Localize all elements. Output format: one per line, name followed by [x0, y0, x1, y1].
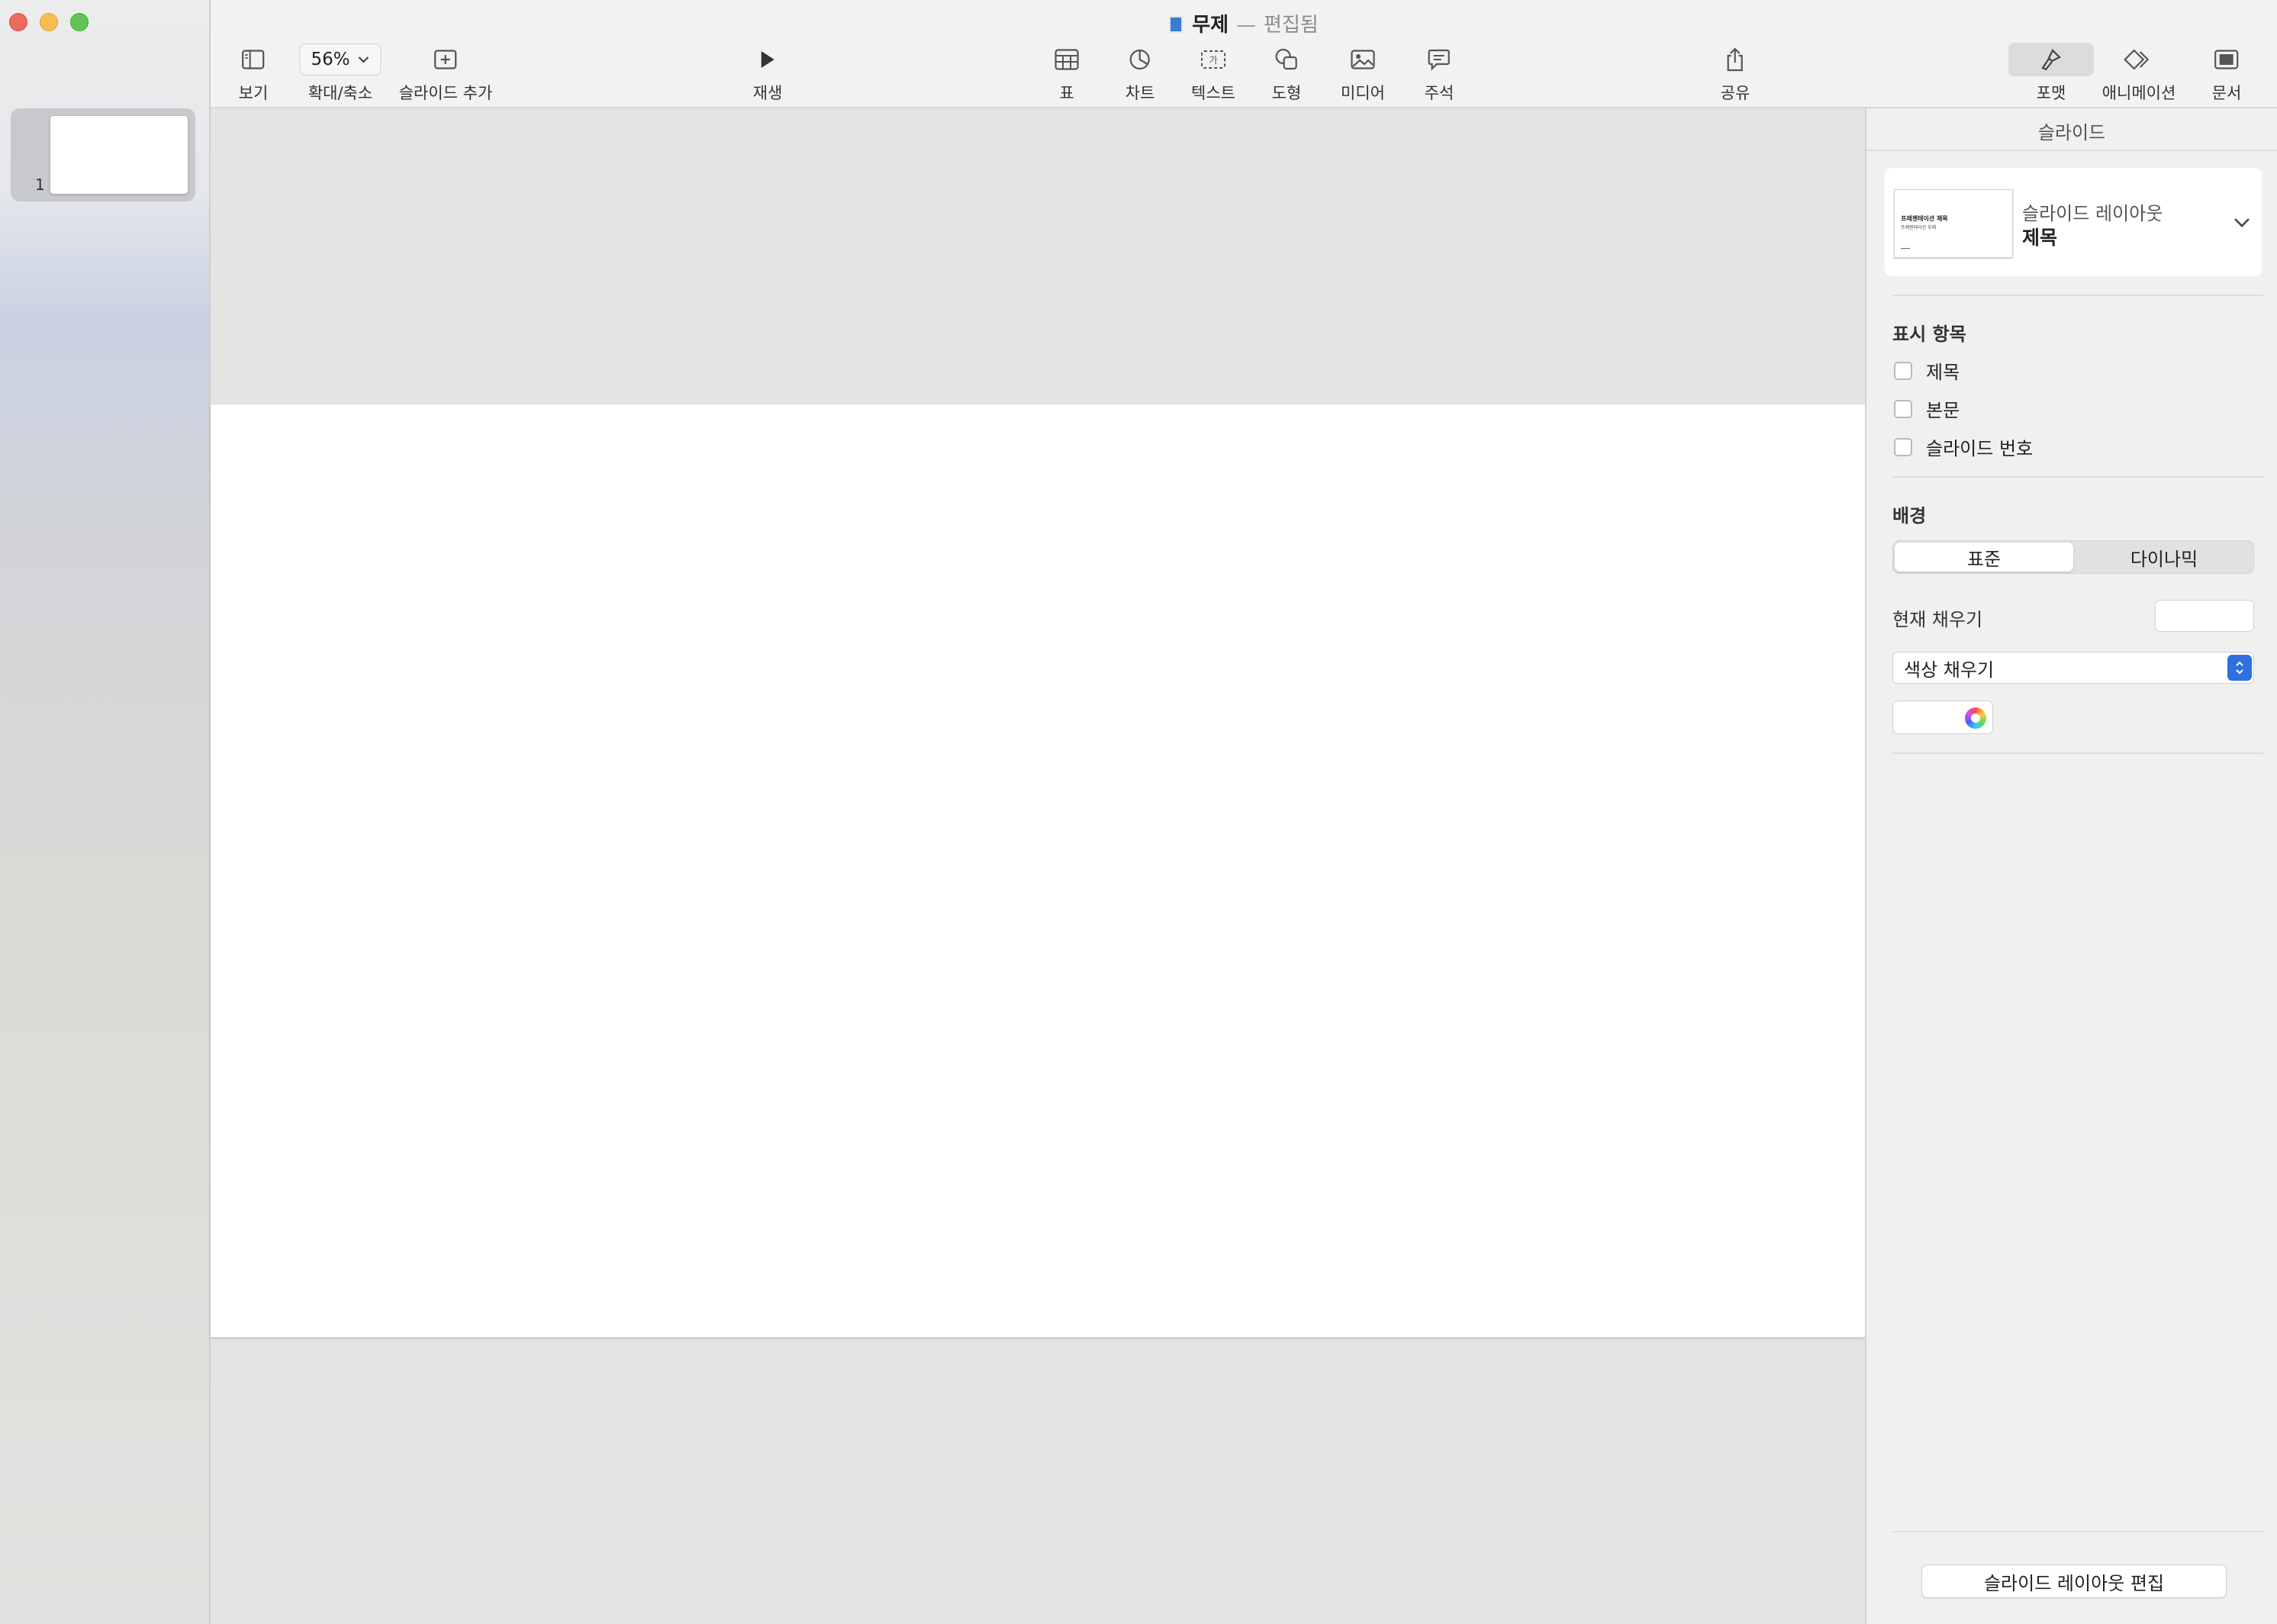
up-down-chevron-icon	[2227, 655, 2252, 681]
animate-label: 애니메이션	[2101, 84, 2176, 102]
document-name: 무제	[1192, 14, 1229, 37]
shape-label: 도형	[1271, 84, 1302, 102]
layout-thumb-subtitle: 프레젠테이션 부제	[1901, 225, 1937, 230]
animate-button[interactable]: 애니메이션	[2102, 43, 2176, 104]
comment-label: 주석	[1424, 84, 1454, 102]
current-fill-label: 현재 채우기	[1892, 609, 1983, 630]
add-slide-label: 슬라이드 추가	[398, 84, 493, 102]
chevron-down-icon	[358, 56, 369, 63]
document-button[interactable]: 문서	[2211, 43, 2242, 104]
fill-type-value: 색상 채우기	[1904, 659, 1995, 681]
chart-label: 차트	[1125, 84, 1155, 102]
close-window-button[interactable]	[9, 13, 27, 31]
inspector-divider	[1866, 150, 2277, 151]
body-checkbox-label: 본문	[1926, 400, 1960, 421]
checkbox-body[interactable]: 본문	[1894, 395, 1960, 422]
view-label: 보기	[238, 84, 269, 102]
format-button[interactable]: 포맷	[2008, 43, 2094, 104]
speech-bubble-icon	[1425, 43, 1454, 76]
slide[interactable]	[211, 404, 1865, 1337]
media-label: 미디어	[1341, 84, 1385, 102]
title-checkbox[interactable]	[1894, 361, 1912, 380]
document-label: 문서	[2211, 84, 2242, 102]
appearance-section-label: 표시 항목	[1892, 324, 1966, 345]
checkbox-slide-number[interactable]: 슬라이드 번호	[1894, 433, 2033, 460]
slide-layout-picker[interactable]: 프레젠테이션 제목 프레젠테이션 부제 슬라이드 레이아웃 제목	[1885, 168, 2262, 276]
table-button[interactable]: 표	[1055, 43, 1079, 104]
table-icon	[1055, 43, 1079, 76]
svg-text:가: 가	[1209, 55, 1217, 66]
share-icon	[1721, 43, 1750, 76]
segment-dynamic[interactable]: 다이나믹	[2075, 543, 2253, 572]
share-button[interactable]: 공유	[1721, 43, 1750, 104]
format-label: 포맷	[2036, 84, 2066, 102]
play-icon	[753, 43, 783, 76]
text-box-icon: 가	[1191, 43, 1235, 76]
slide-navigator: 1	[0, 0, 211, 1624]
share-label: 공유	[1720, 84, 1750, 102]
title-separator: —	[1236, 14, 1257, 37]
slide-canvas[interactable]	[211, 108, 1865, 1624]
format-inspector: 슬라이드 프레젠테이션 제목 프레젠테이션 부제 슬라이드 레이아웃 제목 표시…	[1865, 108, 2277, 1624]
section-divider	[1892, 1531, 2263, 1532]
zoom-control[interactable]: 56% 확대/축소	[299, 43, 382, 104]
window-title: 무제 — 편집됨	[211, 9, 2277, 37]
section-divider	[1892, 752, 2263, 754]
zoom-label: 확대/축소	[308, 84, 373, 102]
layout-thumb-line	[1901, 248, 1910, 249]
chart-button[interactable]: 차트	[1126, 43, 1155, 104]
plus-square-icon	[399, 43, 493, 76]
section-divider	[1892, 476, 2263, 478]
segment-standard[interactable]: 표준	[1895, 543, 2073, 572]
inspector-title: 슬라이드	[2037, 122, 2106, 143]
shape-button[interactable]: 도형	[1271, 43, 1302, 104]
zoom-popup[interactable]: 56%	[299, 44, 382, 76]
fullscreen-window-button[interactable]	[70, 13, 89, 31]
color-well[interactable]	[1892, 701, 1993, 734]
slide-thumbnail-selected[interactable]: 1	[11, 108, 195, 201]
pie-chart-icon	[1126, 43, 1155, 76]
document-status: 편집됨	[1264, 14, 1319, 37]
text-label: 텍스트	[1191, 84, 1235, 102]
slide-number-checkbox-label: 슬라이드 번호	[1926, 438, 2034, 459]
background-mode-segmented-control[interactable]: 표준 다이나믹	[1892, 540, 2254, 574]
play-button[interactable]: 재생	[752, 43, 783, 104]
layout-thumb-title: 프레젠테이션 제목	[1901, 215, 1948, 222]
media-button[interactable]: 미디어	[1341, 43, 1385, 104]
chevron-down-icon	[2234, 218, 2250, 227]
comment-button[interactable]: 주석	[1425, 43, 1454, 104]
table-label: 표	[1059, 84, 1074, 102]
slide-number-checkbox[interactable]	[1894, 437, 1912, 456]
slide-thumbnail-preview	[50, 116, 188, 194]
add-slide-button[interactable]: 슬라이드 추가	[398, 43, 493, 104]
edit-slide-layout-button[interactable]: 슬라이드 레이아웃 편집	[1921, 1564, 2227, 1598]
checkbox-title[interactable]: 제목	[1894, 357, 1960, 384]
view-button[interactable]: 보기	[238, 43, 269, 104]
toolbar: 무제 — 편집됨 보기 56% 확대/축소 슬라이드 추가 재생 표 차트 가 …	[211, 0, 2277, 108]
shapes-icon	[1272, 43, 1302, 76]
slide-layout-label: 슬라이드 레이아웃	[2022, 203, 2163, 224]
section-divider	[1892, 295, 2263, 296]
text-button[interactable]: 가 텍스트	[1191, 43, 1235, 104]
paintbrush-icon	[2008, 43, 2094, 76]
zoom-value: 56%	[311, 50, 350, 69]
slide-layout-value: 제목	[2022, 227, 2058, 249]
photo-icon	[1341, 43, 1385, 76]
body-checkbox[interactable]	[1894, 399, 1912, 418]
layout-thumbnail: 프레젠테이션 제목 프레젠테이션 부제	[1894, 189, 2013, 258]
play-label: 재생	[752, 84, 783, 102]
keynote-document-icon	[1169, 16, 1184, 33]
document-icon	[2212, 43, 2242, 76]
title-checkbox-label: 제목	[1926, 362, 1960, 383]
current-fill-swatch[interactable]	[2155, 600, 2254, 632]
fill-type-select[interactable]: 색상 채우기	[1892, 652, 2254, 684]
diamond-icon	[2102, 43, 2176, 76]
background-section-label: 배경	[1892, 505, 1927, 527]
minimize-window-button[interactable]	[40, 13, 58, 31]
sidebar-icon	[239, 43, 269, 76]
slide-number: 1	[35, 176, 45, 194]
color-wheel-icon[interactable]	[1965, 707, 1986, 729]
